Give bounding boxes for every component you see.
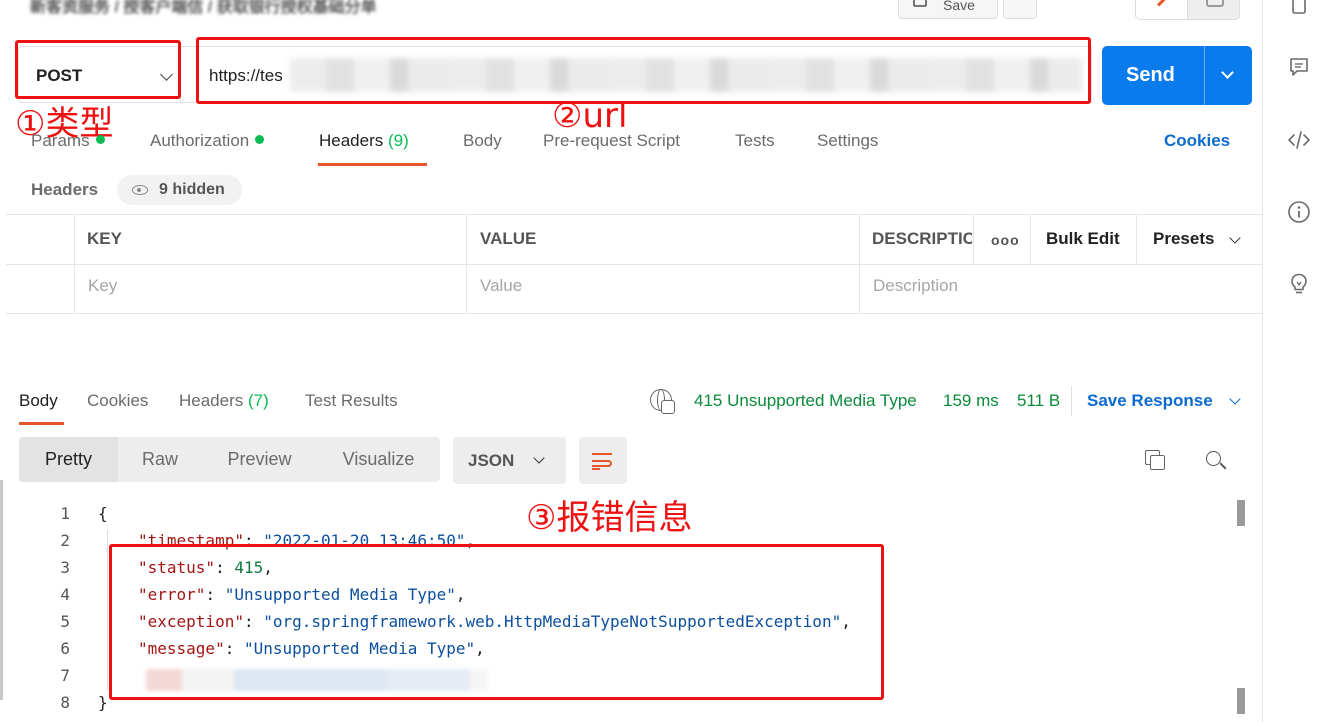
tab-body[interactable]: Body [463,131,502,151]
mode-pretty[interactable]: Pretty [19,437,118,482]
chevron-down-icon[interactable] [1229,393,1241,405]
code-icon[interactable] [1287,128,1311,152]
annotation-box-url [196,37,1091,104]
network-globe-icon[interactable] [650,389,675,414]
line-number: 1 [60,504,70,523]
key-placeholder[interactable]: Key [88,276,117,296]
right-sidebar [1262,0,1340,722]
mode-raw[interactable]: Raw [118,437,202,482]
headers-label: Headers [31,180,99,199]
line-number: 6 [60,639,70,658]
table-col-divider [973,214,974,264]
table-col-divider [1030,214,1031,264]
response-size[interactable]: 511 B [1017,391,1060,411]
tab-params[interactable]: Params [31,131,105,151]
presets-button[interactable]: Presets [1153,229,1214,249]
active-tab-indicator [19,422,64,425]
annotation-url-label: ②url [552,96,628,136]
headers-count: (9) [388,131,409,150]
send-divider [1204,46,1205,105]
line-number: 8 [60,693,70,712]
line-number: 5 [60,612,70,631]
status-dot [255,135,265,145]
column-header-value: VALUE [480,229,537,248]
save-icon [913,0,927,7]
response-tab-test-results[interactable]: Test Results [305,391,398,411]
line-number: 4 [60,585,70,604]
response-tab-headers[interactable]: Headers (7) [179,391,269,411]
line-number: 3 [60,558,70,577]
table-col-divider [859,214,860,314]
tab-authorization[interactable]: Authorization [150,131,265,151]
wrap-lines-button[interactable] [579,437,627,484]
pencil-icon [1156,0,1170,7]
copy-icon[interactable] [1145,450,1167,472]
table-row-divider [6,264,1262,265]
scrollbar-thumb[interactable] [1237,500,1245,526]
send-button[interactable]: Send [1102,46,1252,105]
response-tab-body[interactable]: Body [19,391,58,411]
table-col-divider [1136,214,1137,264]
more-options-button[interactable] [1003,0,1037,19]
save-label: Save [943,0,975,13]
cookies-link[interactable]: Cookies [1164,131,1230,151]
response-time[interactable]: 159 ms [943,391,999,411]
edit-comment-toggle[interactable] [1135,0,1240,20]
tab-tests[interactable]: Tests [735,131,775,151]
table-col-divider [466,214,467,314]
indent-guide [107,530,108,690]
format-label: JSON [468,451,515,470]
send-label: Send [1126,64,1175,86]
tab-settings[interactable]: Settings [817,131,878,151]
chevron-down-icon [533,452,545,464]
tab-prerequest-script[interactable]: Pre-request Script [543,131,680,151]
column-header-key: KEY [87,229,122,248]
annotation-error-label: ③报错信息 [526,498,693,538]
response-tab-cookies[interactable]: Cookies [87,391,148,411]
status-dot [95,135,105,145]
line-number: 2 [60,531,70,550]
code-line-1: { [98,504,108,523]
comments-icon[interactable] [1287,55,1311,79]
format-select[interactable]: JSON [453,437,566,484]
line-number: 7 [60,666,70,685]
save-button[interactable]: Save [898,0,998,19]
column-header-description: DESCRIPTIC [872,229,972,248]
search-icon[interactable] [1206,451,1227,471]
wrap-icon [592,453,612,455]
status-badge[interactable]: 415 Unsupported Media Type [694,391,917,411]
hidden-headers-toggle[interactable]: 9 hidden [117,175,242,205]
window-edge [0,480,3,700]
annotation-box-method [15,40,181,99]
divider [1071,386,1072,416]
comment-icon [1206,0,1224,7]
info-icon[interactable] [1287,200,1311,224]
save-response-button[interactable]: Save Response [1087,391,1213,411]
breadcrumb[interactable]: 新客资服务 / 授客户端信 / 获取银行授权基础分单 [30,0,377,17]
mode-preview[interactable]: Preview [202,437,317,482]
description-placeholder[interactable]: Description [873,276,958,296]
code-line-8: } [98,693,108,712]
lightbulb-icon[interactable] [1287,272,1311,296]
table-col-divider [74,214,75,314]
mode-visualize[interactable]: Visualize [317,437,440,482]
documentation-icon[interactable] [1287,0,1311,18]
eye-icon [132,185,148,195]
response-headers-count: (7) [248,391,269,410]
bulk-edit-button[interactable]: Bulk Edit [1046,229,1120,249]
annotation-box-error [109,544,884,700]
more-horizontal-icon[interactable]: ooo [991,232,1020,248]
edit-mode-button[interactable] [1136,0,1188,19]
hidden-count: 9 hidden [159,181,225,198]
send-options-chevron-icon[interactable] [1221,66,1234,79]
value-placeholder[interactable]: Value [480,276,522,296]
active-tab-indicator [318,163,427,166]
tab-headers[interactable]: Headers (9) [319,131,409,151]
scrollbar-thumb[interactable] [1237,688,1245,714]
